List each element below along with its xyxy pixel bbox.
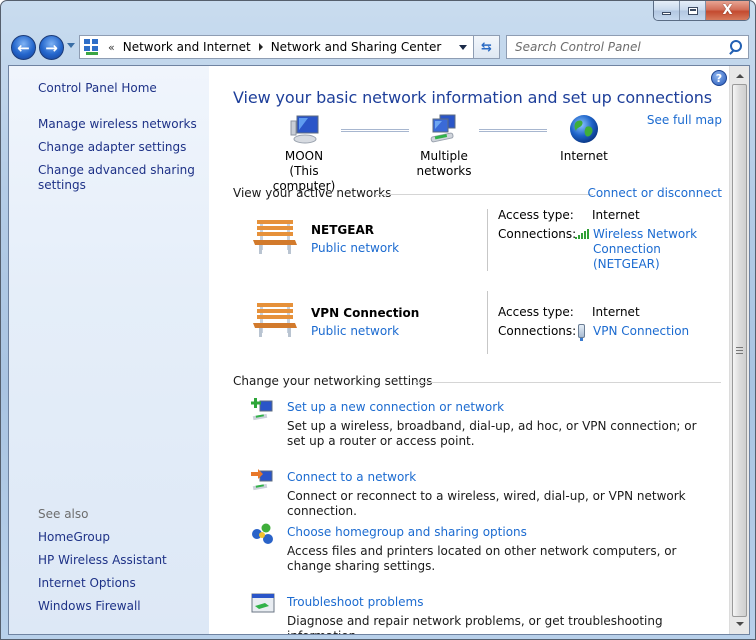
network-type-link[interactable]: Public network xyxy=(311,324,399,338)
map-node-multiple-networks[interactable]: Multiple networks xyxy=(394,113,494,179)
section-divider xyxy=(415,382,721,383)
see-also-heading: See also xyxy=(38,507,89,521)
maximize-icon xyxy=(687,6,698,15)
multiple-networks-icon xyxy=(430,114,456,143)
sidebar-control-panel-home[interactable]: Control Panel Home xyxy=(38,81,157,96)
connect-network-icon xyxy=(251,469,273,491)
grip-icon xyxy=(736,347,743,354)
search-box xyxy=(506,35,749,59)
search-input[interactable] xyxy=(515,37,728,57)
caption-buttons: X xyxy=(653,1,750,21)
access-type-value: Internet xyxy=(592,208,640,222)
active-networks-heading: View your active networks xyxy=(233,186,392,200)
access-type-label: Access type: xyxy=(498,208,574,222)
connect-or-disconnect-link[interactable]: Connect or disconnect xyxy=(587,186,722,200)
minimize-button[interactable] xyxy=(654,1,680,20)
troubleshoot-problems-link[interactable]: Troubleshoot problems xyxy=(287,595,423,609)
task-description: Diagnose and repair network problems, or… xyxy=(287,614,663,634)
recent-pages-dropdown[interactable] xyxy=(67,43,75,48)
network-name: VPN Connection xyxy=(311,306,420,320)
arrow-right-icon: → xyxy=(45,38,58,57)
back-button[interactable]: ← xyxy=(11,35,36,60)
task-description: Set up a wireless, broadband, dial-up, a… xyxy=(287,419,697,448)
wireless-connection-link[interactable]: Wireless Network Connection (NETGEAR) xyxy=(593,227,697,272)
see-full-map-link[interactable]: See full map xyxy=(647,113,722,127)
networking-settings-heading: Change your networking settings xyxy=(233,374,433,388)
task-description: Access files and printers located on oth… xyxy=(287,544,677,573)
public-network-bench-icon[interactable] xyxy=(251,299,299,339)
see-also-hp-wireless-assistant[interactable]: HP Wireless Assistant xyxy=(38,553,167,568)
homegroup-sharing-link[interactable]: Choose homegroup and sharing options xyxy=(287,525,527,539)
search-icon[interactable] xyxy=(728,40,742,54)
breadcrumb-network-and-internet[interactable]: Network and Internet xyxy=(123,40,251,54)
see-also-internet-options[interactable]: Internet Options xyxy=(38,576,136,591)
section-divider xyxy=(375,194,593,195)
sidebar-manage-wireless-networks[interactable]: Manage wireless networks xyxy=(38,117,197,132)
see-also-windows-firewall[interactable]: Windows Firewall xyxy=(38,599,141,614)
connect-to-network-link[interactable]: Connect to a network xyxy=(287,470,416,484)
address-bar[interactable]: « Network and Internet Network and Shari… xyxy=(79,35,474,59)
access-type-label: Access type: xyxy=(498,305,574,319)
network-divider xyxy=(487,291,488,354)
new-connection-icon xyxy=(251,398,273,421)
network-name: NETGEAR xyxy=(311,223,374,237)
content-area: Control Panel Home Manage wireless netwo… xyxy=(8,65,750,635)
main-panel: ? View your basic network information an… xyxy=(209,66,731,634)
task-description: Connect or reconnect to a wireless, wire… xyxy=(287,489,686,518)
troubleshoot-icon xyxy=(251,593,275,613)
close-button[interactable]: X xyxy=(706,1,749,20)
scrollbar-thumb[interactable] xyxy=(732,84,747,617)
map-node-this-computer[interactable]: MOON (This computer) xyxy=(259,113,349,194)
public-network-bench-icon[interactable] xyxy=(251,216,299,256)
refresh-button[interactable]: ⇆ xyxy=(474,35,500,59)
map-node-label: MOON xyxy=(284,149,324,163)
sidebar-change-adapter-settings[interactable]: Change adapter settings xyxy=(38,140,186,155)
map-node-internet[interactable]: Internet xyxy=(549,113,619,164)
forward-button[interactable]: → xyxy=(39,35,64,60)
scroll-down-icon[interactable] xyxy=(736,622,744,626)
scroll-up-icon[interactable] xyxy=(736,74,744,78)
maximize-button[interactable] xyxy=(680,1,706,20)
vpn-connection-link[interactable]: VPN Connection xyxy=(593,324,689,339)
map-node-label: Multiple networks xyxy=(416,149,472,178)
help-icon: ? xyxy=(715,71,723,85)
vpn-icon xyxy=(578,324,585,341)
network-divider xyxy=(487,209,488,271)
network-type-link[interactable]: Public network xyxy=(311,241,399,255)
breadcrumb-separator-icon[interactable] xyxy=(258,43,263,51)
network-center-icon xyxy=(84,39,100,55)
homegroup-icon xyxy=(252,523,273,544)
breadcrumb-network-sharing-center[interactable]: Network and Sharing Center xyxy=(271,40,442,54)
computer-icon xyxy=(290,115,319,144)
see-also-homegroup[interactable]: HomeGroup xyxy=(38,530,110,545)
map-connector xyxy=(479,129,547,132)
window-frame: X ← → « Network and Internet Network and… xyxy=(0,0,756,640)
close-icon: X xyxy=(722,3,733,18)
navigation-bar: ← → « Network and Internet Network and S… xyxy=(9,34,749,60)
wireless-signal-icon xyxy=(575,229,589,239)
breadcrumb-overflow[interactable]: « xyxy=(108,41,115,54)
arrow-left-icon: ← xyxy=(17,38,30,57)
sidebar: Control Panel Home Manage wireless netwo… xyxy=(9,66,209,634)
vertical-scrollbar[interactable] xyxy=(729,66,749,634)
refresh-icon: ⇆ xyxy=(481,39,492,55)
minimize-icon xyxy=(662,12,671,15)
connections-label: Connections: xyxy=(498,324,577,338)
globe-icon xyxy=(570,115,598,143)
setup-new-connection-link[interactable]: Set up a new connection or network xyxy=(287,400,504,414)
map-node-label: Internet xyxy=(560,149,608,163)
address-dropdown-icon[interactable] xyxy=(459,45,467,50)
access-type-value: Internet xyxy=(592,305,640,319)
sidebar-change-advanced-sharing[interactable]: Change advanced sharing settings xyxy=(38,163,198,193)
connections-label: Connections: xyxy=(498,227,577,241)
help-button[interactable]: ? xyxy=(711,70,727,86)
page-title: View your basic network information and … xyxy=(233,88,713,107)
